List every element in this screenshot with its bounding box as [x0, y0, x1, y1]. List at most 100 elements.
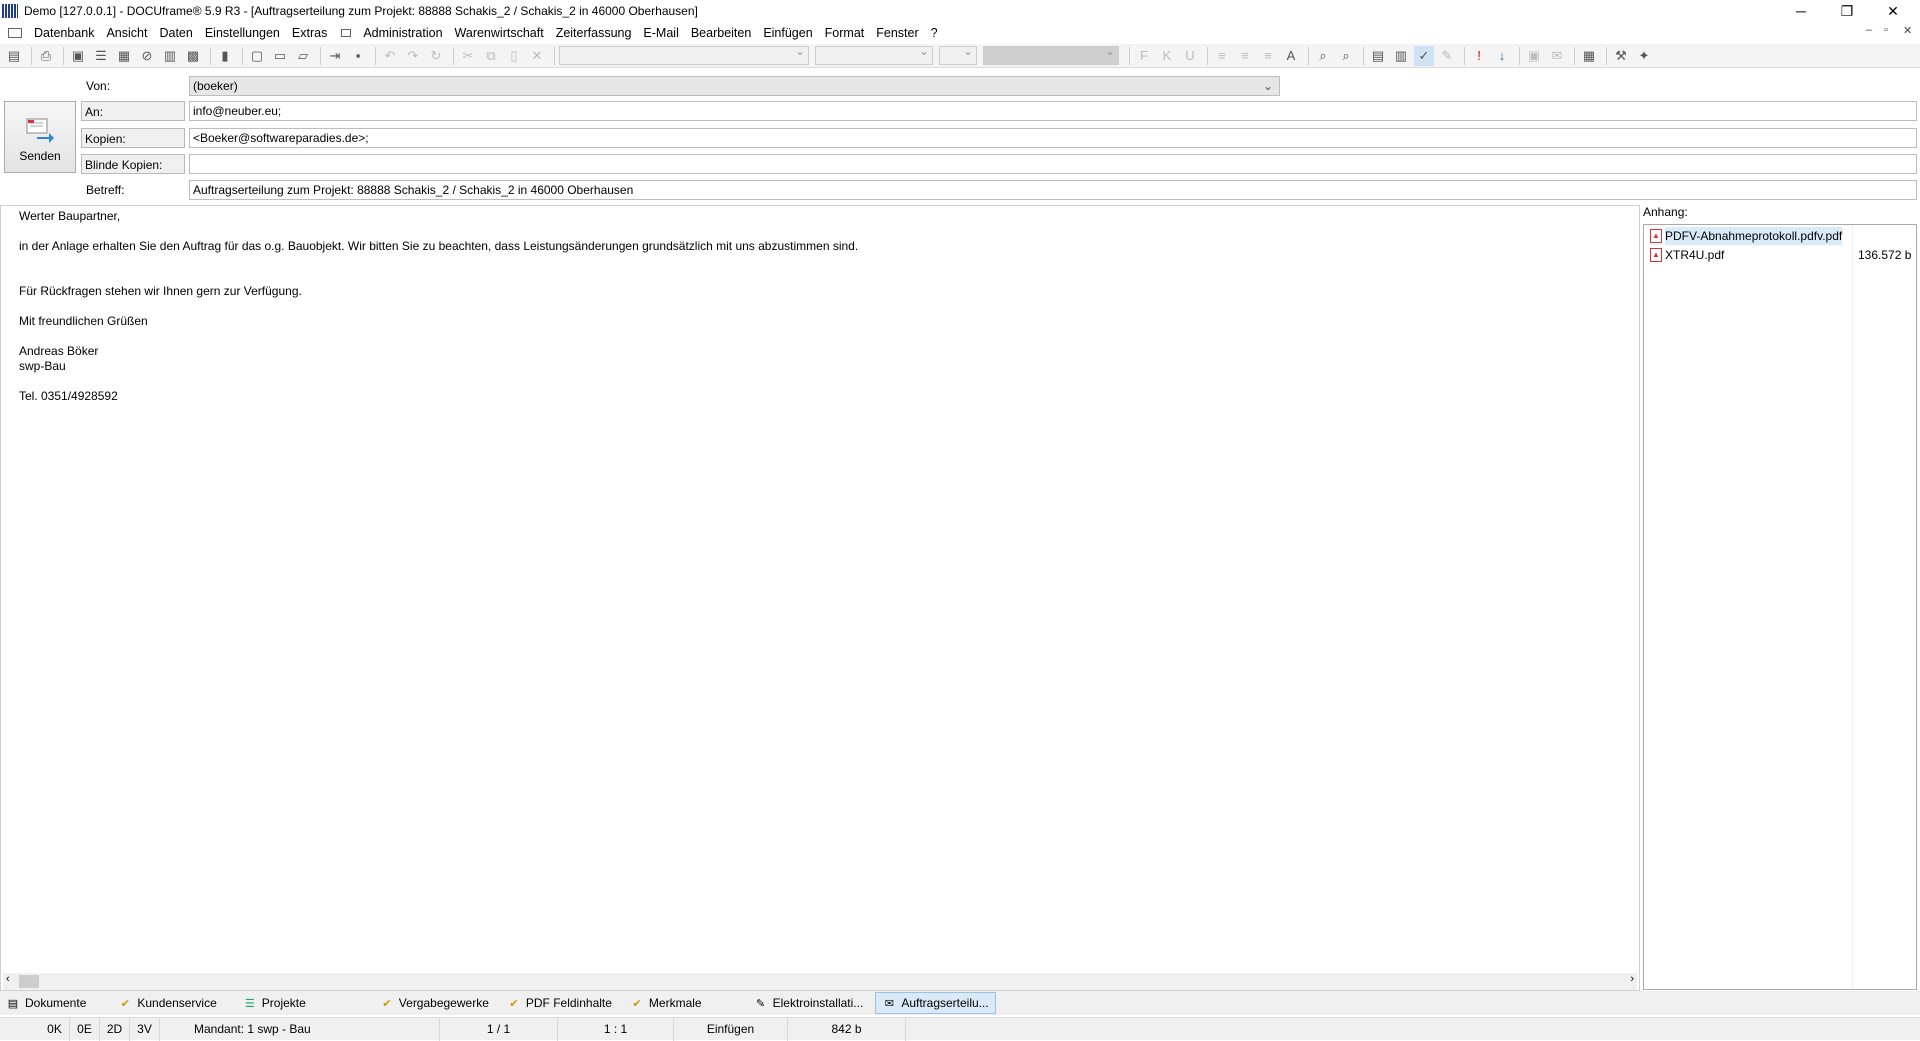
list-icon[interactable]: ☰ [91, 46, 111, 66]
priority-high-icon[interactable]: ! [1469, 46, 1489, 66]
close-button[interactable]: ✕ [1870, 0, 1916, 22]
tab-label: Elektroinstallati... [772, 996, 864, 1010]
print-icon[interactable]: ⎙ [36, 46, 56, 66]
note-icon[interactable]: ▦ [114, 46, 134, 66]
checkmark-icon: ✔ [382, 997, 392, 1010]
menu-email[interactable]: E-Mail [637, 26, 684, 40]
menu-einstellungen[interactable]: Einstellungen [199, 26, 286, 40]
address-book-icon[interactable]: ▤ [1368, 46, 1388, 66]
mdi-window-icon[interactable] [341, 29, 352, 37]
edit-icon[interactable]: ✎ [1437, 46, 1457, 66]
message-body[interactable]: Werter Baupartner, in der Anlage erhalte… [0, 205, 1640, 991]
delete-icon[interactable]: ✕ [527, 46, 547, 66]
calendar-icon[interactable]: ▩ [183, 46, 203, 66]
menu-fenster[interactable]: Fenster [870, 26, 924, 40]
folder-arrow-icon[interactable]: ▱ [293, 46, 313, 66]
font-size-combo[interactable] [815, 44, 933, 65]
bold-button[interactable]: F [1134, 46, 1154, 66]
tab-vergabegewerke[interactable]: ✔ Vergabegewerke [374, 992, 495, 1014]
menu-bearbeiten[interactable]: Bearbeiten [685, 26, 757, 40]
undo-icon[interactable]: ↶ [380, 46, 400, 66]
attachment-item[interactable]: ▲ XTR4U.pdf [1650, 246, 1724, 264]
menu-ansicht[interactable]: Ansicht [100, 26, 153, 40]
menu-administration[interactable]: Administration [357, 26, 448, 40]
search-icon[interactable]: ⌕ [1313, 46, 1333, 66]
betreff-field[interactable]: Auftragserteilung zum Projekt: 88888 Sch… [189, 180, 1917, 200]
send-to-icon[interactable]: ⇥ [325, 46, 345, 66]
read-receipt-icon[interactable]: ✉ [1547, 46, 1567, 66]
style-combo[interactable] [983, 44, 1119, 65]
tab-merkmale[interactable]: ✔ Merkmale [624, 992, 708, 1014]
menu-zeiterfassung[interactable]: Zeiterfassung [550, 26, 638, 40]
scroll-right-icon[interactable]: › [1630, 973, 1634, 985]
horizontal-scrollbar[interactable]: ‹ › [3, 973, 1637, 990]
font-name-combo[interactable] [559, 44, 809, 65]
tab-dokumente[interactable]: ▤ Dokumente [0, 992, 92, 1014]
tab-kundenservice[interactable]: ✔ Kundenservice [112, 992, 222, 1014]
lock-icon[interactable]: ▣ [1524, 46, 1544, 66]
mdi-close-button[interactable]: ✕ [1903, 24, 1912, 37]
align-left-icon[interactable]: ≡ [1212, 46, 1232, 66]
scroll-thumb[interactable] [19, 975, 39, 988]
tab-label: Kundenservice [137, 996, 217, 1010]
mdi-restore-button[interactable]: ▫ [1884, 24, 1888, 36]
tab-auftragserteilung[interactable]: ✉ Auftragserteilu... [875, 992, 996, 1014]
document-icon[interactable]: ▥ [160, 46, 180, 66]
attachments-list[interactable]: ▲ PDFV-Abnahmeprotokoll.pdfv.pdf ▲ XTR4U… [1643, 224, 1917, 990]
attachment-icon[interactable]: ⊘ [137, 46, 157, 66]
menu-warenwirtschaft[interactable]: Warenwirtschaft [449, 26, 550, 40]
an-field[interactable]: info@neuber.eu; [189, 101, 1917, 121]
new-document-icon[interactable]: ▢ [247, 46, 267, 66]
align-right-icon[interactable]: ≡ [1258, 46, 1278, 66]
paste-special-icon[interactable]: ▤ [4, 46, 24, 66]
highlight-color-combo[interactable] [939, 44, 977, 65]
body-company: swp-Bau [19, 359, 66, 373]
menu-daten[interactable]: Daten [153, 26, 198, 40]
attachment-item[interactable]: ▲ PDFV-Abnahmeprotokoll.pdfv.pdf [1650, 227, 1843, 245]
address-card-icon[interactable]: ▣ [68, 46, 88, 66]
kopien-label[interactable]: Kopien: [81, 128, 185, 148]
toolbar: ▤ ⎙ ▣ ☰ ▦ ⊘ ▥ ▩ ▮ ▢ ▭ ▱ ⇥ ▪ ↶ ↷ ↻ ✂ ⧉ ▯ … [0, 44, 1920, 68]
restore-button[interactable]: ❐ [1824, 0, 1870, 22]
minimize-button[interactable]: ─ [1778, 0, 1824, 22]
wizard-icon[interactable]: ✦ [1634, 46, 1654, 66]
italic-button[interactable]: K [1157, 46, 1177, 66]
kopien-field[interactable]: <Boeker@softwareparadies.de>; [189, 128, 1917, 148]
mdi-system-icon[interactable] [8, 28, 22, 38]
tab-elektroinstallation[interactable]: ✎ Elektroinstallati... [748, 992, 870, 1014]
priority-low-icon[interactable]: ↓ [1492, 46, 1512, 66]
tab-projekte[interactable]: ☰ Projekte [237, 992, 312, 1014]
menu-help[interactable]: ? [925, 26, 944, 40]
paste-icon[interactable]: ▯ [504, 46, 524, 66]
menu-extras[interactable]: Extras [286, 26, 333, 40]
font-color-button[interactable]: A [1281, 46, 1301, 66]
replace-icon[interactable]: ⌕ [1336, 46, 1356, 66]
repeat-icon[interactable]: ↻ [426, 46, 446, 66]
menu-format[interactable]: Format [819, 26, 871, 40]
open-folder-icon[interactable]: ▭ [270, 46, 290, 66]
toolbar-separator [1363, 46, 1364, 65]
attachment-size: 136.572 b [1858, 248, 1912, 262]
status-page: 1 / 1 [440, 1018, 558, 1041]
blinde-kopien-label[interactable]: Blinde Kopien: [81, 154, 185, 174]
von-select[interactable]: (boeker) ⌄ [189, 76, 1280, 96]
tab-pdf-feldinhalte[interactable]: ✔ PDF Feldinhalte [501, 992, 618, 1014]
blinde-kopien-field[interactable] [189, 154, 1917, 174]
menu-datenbank[interactable]: Datenbank [28, 26, 100, 40]
align-center-icon[interactable]: ≡ [1235, 46, 1255, 66]
tools-icon[interactable]: ⚒ [1611, 46, 1631, 66]
underline-button[interactable]: U [1180, 46, 1200, 66]
redo-icon[interactable]: ↷ [403, 46, 423, 66]
form-icon[interactable]: ▦ [1579, 46, 1599, 66]
scroll-left-icon[interactable]: ‹ [6, 973, 10, 985]
phone-icon[interactable]: ▮ [215, 46, 235, 66]
dictionary-icon[interactable]: ▥ [1391, 46, 1411, 66]
send-button[interactable]: Senden [4, 101, 76, 173]
spellcheck-icon[interactable]: ✓ [1414, 45, 1434, 66]
an-label[interactable]: An: [81, 101, 185, 121]
save-icon[interactable]: ▪ [348, 46, 368, 66]
menu-einfuegen[interactable]: Einfügen [757, 26, 818, 40]
mdi-minimize-button[interactable]: – [1866, 24, 1872, 36]
cut-icon[interactable]: ✂ [458, 46, 478, 66]
copy-icon[interactable]: ⧉ [481, 46, 501, 66]
